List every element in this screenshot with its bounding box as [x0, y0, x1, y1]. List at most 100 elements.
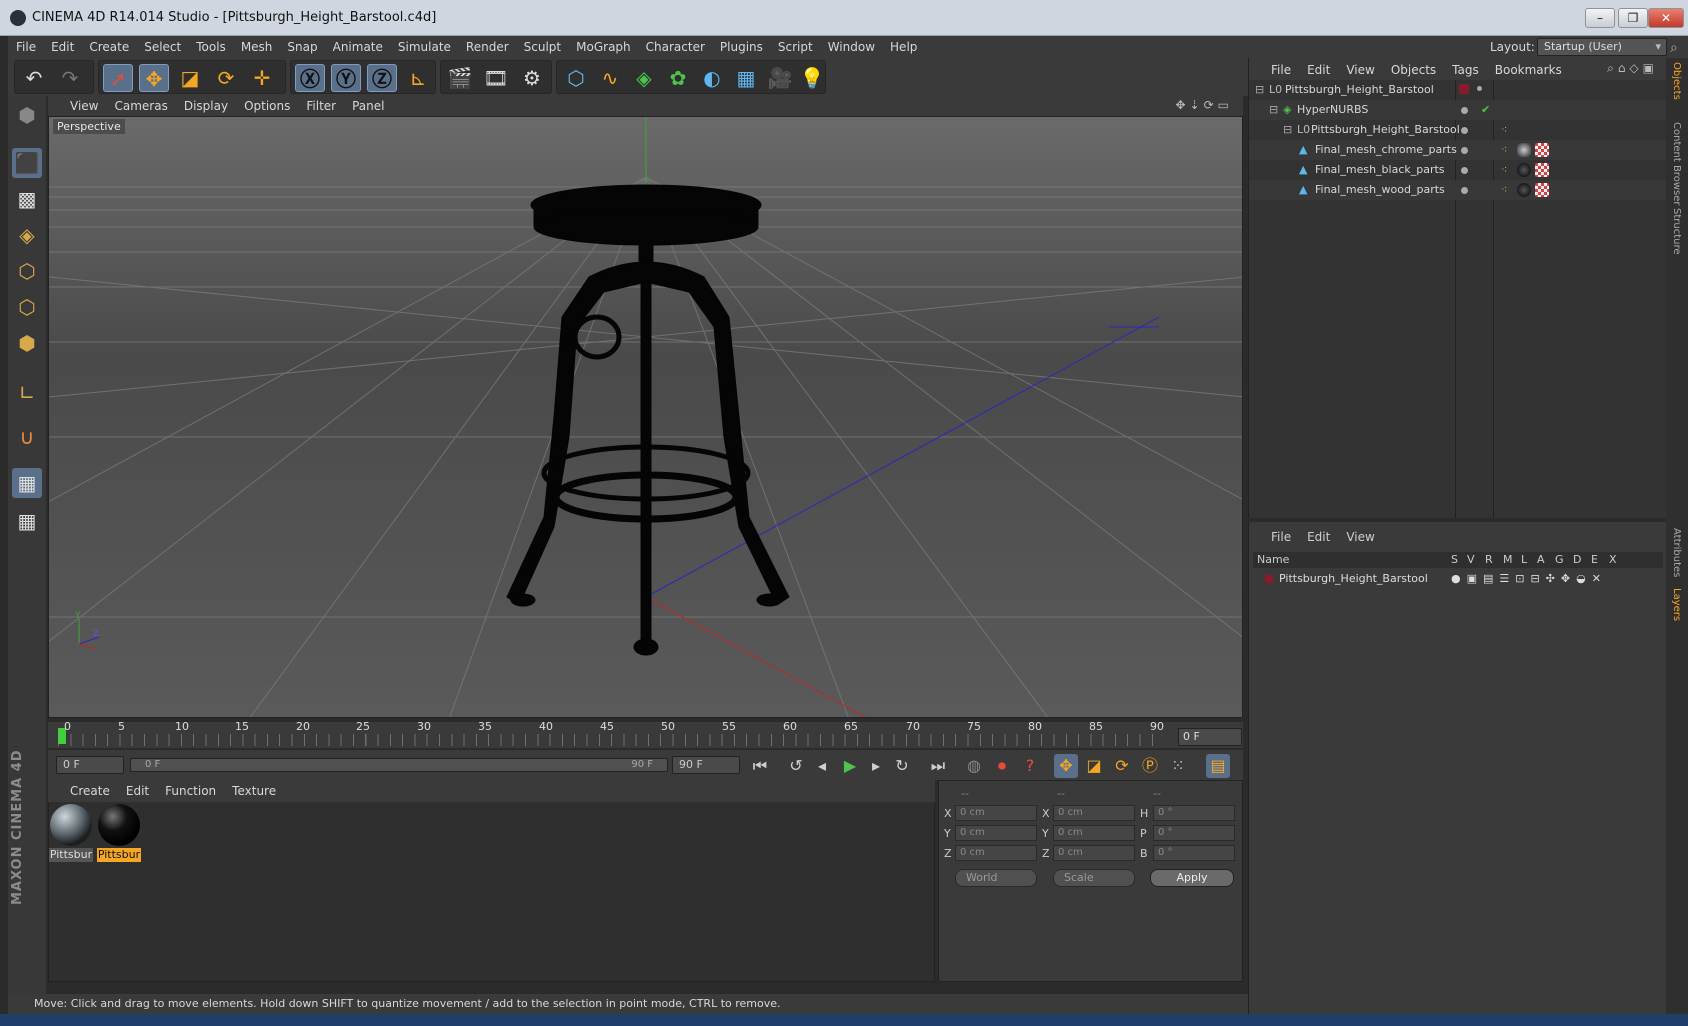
coord-pos-z-field[interactable]: 0 cm [955, 845, 1037, 861]
viewport-camera-label[interactable]: Perspective [53, 119, 125, 134]
3d-viewport[interactable]: Perspective Y Z [48, 116, 1243, 718]
coord-size-y-field[interactable]: 0 cm [1053, 825, 1135, 841]
viewport-menu-display[interactable]: Display [176, 96, 236, 113]
phong-tag-icon[interactable]: ⁖ [1501, 180, 1507, 200]
key-point-level-icon[interactable]: ⁙ [1166, 754, 1190, 778]
spline-icon[interactable]: ∿ [595, 64, 625, 92]
column-render[interactable]: R [1485, 552, 1493, 568]
object-name[interactable]: Pittsburgh_Height_Barstool [1311, 120, 1460, 140]
render-view-icon[interactable]: 🎬 [445, 64, 475, 92]
magnet-tool-icon[interactable]: ∪ [12, 422, 42, 452]
side-tab-content-browser[interactable]: Content Browser [1671, 122, 1682, 205]
previous-key-icon[interactable]: ↺ [784, 754, 808, 778]
coordinate-system-icon[interactable]: ⊾ [403, 64, 433, 92]
timeline-window-icon[interactable]: ▤ [1206, 754, 1230, 778]
expand-icon[interactable]: ⊟ [1283, 120, 1292, 140]
y-axis-lock-icon[interactable]: Ⓨ [331, 64, 361, 92]
tree-row[interactable]: ⊟ ◈ HyperNURBS ✔ [1249, 100, 1666, 120]
object-menu-tags[interactable]: Tags [1444, 58, 1487, 77]
visibility-dot[interactable] [1461, 167, 1468, 174]
coord-rot-b-field[interactable]: 0 ° [1153, 845, 1235, 861]
rotate-tool-icon[interactable]: ⟳ [211, 64, 241, 92]
object-name[interactable]: Final_mesh_wood_parts [1315, 180, 1445, 200]
layer-name[interactable]: Pittsburgh_Height_Barstool [1279, 570, 1428, 588]
coordinate-mode-select[interactable]: World [955, 869, 1037, 887]
end-frame-field[interactable]: 90 F [672, 756, 740, 774]
tree-row[interactable]: ▲ Final_mesh_chrome_parts ⁖ [1249, 140, 1666, 160]
material-label[interactable]: Pittsbur [49, 848, 93, 862]
scale-tool-icon[interactable]: ◪ [175, 64, 205, 92]
next-key-icon[interactable]: ↻ [890, 754, 914, 778]
uvw-tag-icon[interactable] [1535, 163, 1549, 177]
mograph-cloner-icon[interactable]: ✿ [663, 64, 693, 92]
model-mode-icon[interactable]: ⬛ [12, 148, 42, 178]
coord-pos-y-field[interactable]: 0 cm [955, 825, 1037, 841]
play-icon[interactable]: ▶ [838, 754, 862, 778]
menu-mograph[interactable]: MoGraph [568, 36, 638, 54]
viewport-menu-options[interactable]: Options [236, 96, 298, 113]
minimize-button[interactable]: – [1585, 8, 1615, 28]
polygons-mode-icon[interactable]: ⬢ [12, 328, 42, 358]
visibility-dot[interactable] [1461, 187, 1468, 194]
record-keys-icon[interactable]: ◍ [962, 754, 986, 778]
tree-row[interactable]: ⊟ L0 Pittsburgh_Height_Barstool ⁖ [1249, 120, 1666, 140]
auto-keying-icon[interactable]: ⏺ [990, 754, 1014, 778]
go-to-end-icon[interactable]: ⏭ [926, 754, 950, 778]
undo-icon[interactable]: ↶ [19, 64, 49, 92]
visibility-dot[interactable] [1461, 147, 1468, 154]
menu-render[interactable]: Render [458, 36, 516, 54]
tree-row[interactable]: ▲ Final_mesh_black_parts ⁖ [1249, 160, 1666, 180]
apply-button[interactable]: Apply [1150, 869, 1234, 887]
object-name[interactable]: Pittsburgh_Height_Barstool [1285, 80, 1434, 100]
material-swatch-black[interactable] [98, 804, 140, 846]
material-label-selected[interactable]: Pittsbur [97, 848, 141, 862]
phong-tag-icon[interactable]: ⁖ [1501, 120, 1507, 140]
render-picture-viewer-icon[interactable]: 🎞 [481, 64, 511, 92]
axis-mode-icon[interactable]: ∟ [12, 378, 42, 408]
layer-menu-edit[interactable]: Edit [1299, 526, 1338, 544]
edges-mode-icon[interactable]: ⬡ [12, 292, 42, 322]
object-nav-icons[interactable]: ⌕⌂◇▣ [1607, 61, 1658, 76]
menu-window[interactable]: Window [820, 36, 882, 54]
maximize-button[interactable]: ❐ [1618, 8, 1648, 28]
material-menu-create[interactable]: Create [62, 780, 118, 798]
tree-row[interactable]: ⊟ L0 Pittsburgh_Height_Barstool [1249, 80, 1666, 100]
recent-tool-icon[interactable]: ✛ [247, 64, 277, 92]
column-xref[interactable]: X [1609, 552, 1617, 568]
render-settings-icon[interactable]: ⚙ [517, 64, 547, 92]
visibility-dot[interactable] [1461, 107, 1468, 114]
z-axis-lock-icon[interactable]: Ⓩ [367, 64, 397, 92]
viewport-menu-view[interactable]: View [62, 96, 106, 113]
move-tool-icon[interactable]: ✥ [139, 64, 169, 92]
redo-icon[interactable]: ↷ [55, 64, 85, 92]
expand-icon[interactable]: ⊟ [1255, 80, 1264, 100]
expand-icon[interactable]: ⊟ [1269, 100, 1278, 120]
viewport-nav-icons[interactable]: ✥⇣⟳▭ [1175, 98, 1233, 112]
cube-primitive-icon[interactable]: ⬡ [561, 64, 591, 92]
floor-scene-icon[interactable]: ▦ [731, 64, 761, 92]
next-frame-icon[interactable]: ▸ [864, 754, 888, 778]
object-menu-edit[interactable]: Edit [1299, 58, 1338, 77]
menu-tools[interactable]: Tools [188, 36, 233, 54]
coord-rot-h-field[interactable]: 0 ° [1153, 805, 1235, 821]
phong-tag-icon[interactable]: ⁖ [1501, 160, 1507, 180]
workplane-lock-icon[interactable]: ▦ [12, 468, 42, 498]
frame-range-slider[interactable]: 0 F 90 F [130, 758, 668, 772]
menu-animate[interactable]: Animate [325, 36, 390, 54]
previous-frame-icon[interactable]: ◂ [810, 754, 834, 778]
x-axis-lock-icon[interactable]: Ⓧ [295, 64, 325, 92]
column-generators[interactable]: G [1555, 552, 1564, 568]
menu-file[interactable]: File [8, 36, 43, 54]
camera-icon[interactable]: 🎥 [765, 64, 795, 92]
material-menu-texture[interactable]: Texture [224, 780, 284, 798]
menu-sculpt[interactable]: Sculpt [516, 36, 568, 54]
column-name[interactable]: Name [1257, 552, 1289, 568]
tree-row[interactable]: ▲ Final_mesh_wood_parts ⁖ [1249, 180, 1666, 200]
object-menu-objects[interactable]: Objects [1383, 58, 1444, 77]
current-frame-field[interactable]: 0 F [1178, 728, 1242, 746]
live-selection-icon[interactable]: ➚ [103, 64, 133, 92]
side-tab-objects[interactable]: Objects [1671, 62, 1682, 100]
viewport-menu-cameras[interactable]: Cameras [106, 96, 175, 113]
column-expressions[interactable]: E [1591, 552, 1598, 568]
object-menu-file[interactable]: File [1263, 58, 1299, 77]
